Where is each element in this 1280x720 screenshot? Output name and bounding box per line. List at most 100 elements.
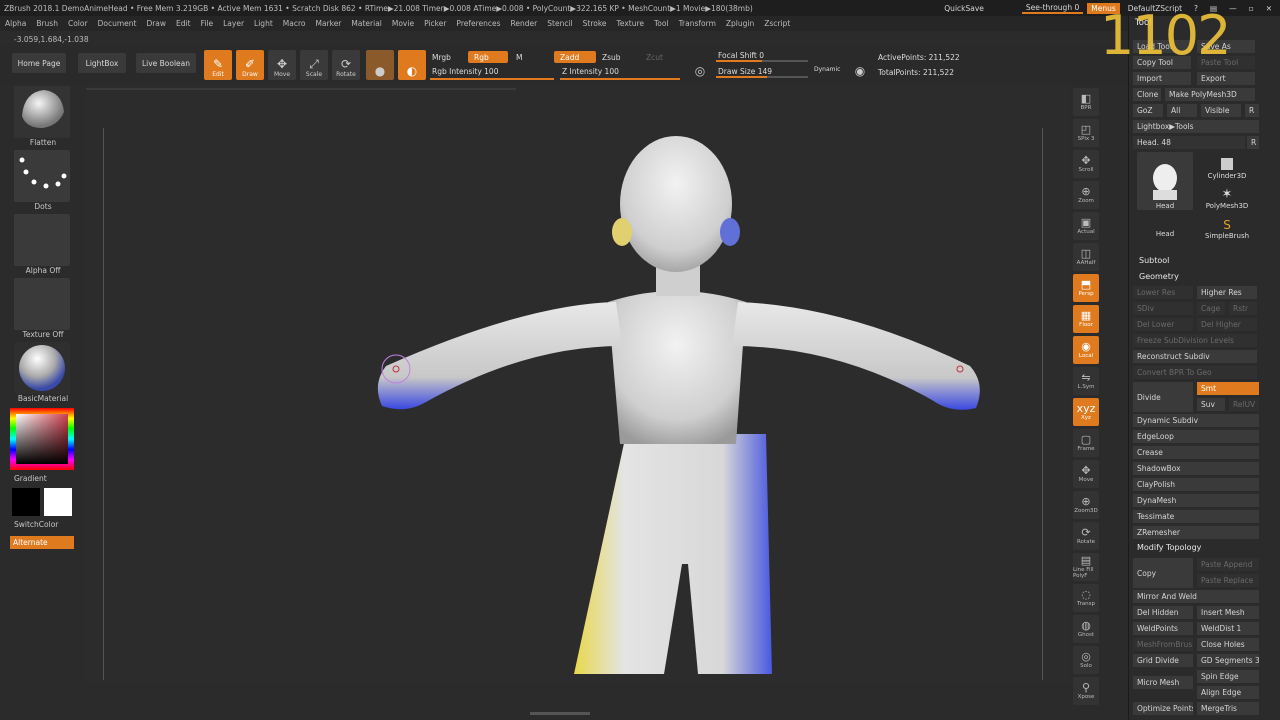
tool-thumb-head[interactable]: Head (1137, 152, 1193, 210)
mrgb-toggle[interactable]: Mrgb (426, 51, 457, 63)
switchcolor-button[interactable]: SwitchColor (14, 520, 84, 529)
geometry-header[interactable]: Geometry (1139, 272, 1179, 281)
view-zoom-button[interactable]: ⊕ Zoom (1073, 181, 1099, 209)
view-xpose-button[interactable]: ⚲ Xpose (1073, 677, 1099, 705)
view-ghost-button[interactable]: ◍ Ghost (1073, 615, 1099, 643)
material-preview-button[interactable]: ● (366, 50, 394, 80)
rgb-toggle[interactable]: Rgb (468, 51, 508, 63)
divide-button[interactable]: Divide (1133, 382, 1193, 412)
menu-texture[interactable]: Texture (612, 19, 649, 28)
sdiv-slider[interactable]: SDiv (1133, 302, 1193, 315)
mirror-weld-button[interactable]: Mirror And Weld (1133, 590, 1259, 603)
del-hidden-button[interactable]: Del Hidden (1133, 606, 1193, 619)
paste-replace-button[interactable]: Paste Replace (1197, 574, 1259, 587)
goz-button[interactable]: GoZ (1133, 104, 1163, 117)
crease-header[interactable]: Crease (1133, 446, 1259, 459)
view-zoom3d-button[interactable]: ⊕ Zoom3D (1073, 491, 1099, 519)
view-local-button[interactable]: ◉ Local (1073, 336, 1099, 364)
material-selector[interactable] (14, 342, 70, 394)
del-higher-button[interactable]: Del Higher (1197, 318, 1257, 331)
menu-document[interactable]: Document (93, 19, 142, 28)
view-bpr-button[interactable]: ◧ BPR (1073, 88, 1099, 116)
spin-edge-button[interactable]: Spin Edge (1197, 670, 1259, 683)
lightbox-button[interactable]: LightBox (78, 53, 126, 73)
scale-mode-button[interactable]: ⤢ Scale (300, 50, 328, 80)
view-persp-button[interactable]: ⬒ Persp (1073, 274, 1099, 302)
view-spix-3-button[interactable]: ◰ SPix 3 (1073, 119, 1099, 147)
menu-alpha[interactable]: Alpha (0, 19, 31, 28)
view-rotate-button[interactable]: ⟳ Rotate (1073, 522, 1099, 550)
mergetris-button[interactable]: MergeTris (1197, 702, 1259, 715)
z-intensity-slider[interactable]: Z Intensity 100 (556, 65, 625, 77)
welddist-slider[interactable]: WeldDist 1 (1197, 622, 1259, 635)
copy-button[interactable]: Copy (1133, 558, 1193, 588)
tool-thumb-cylinder[interactable]: Cylinder3D (1199, 152, 1255, 180)
view-transp-button[interactable]: ◌ Transp (1073, 584, 1099, 612)
rgb-intensity-slider[interactable]: Rgb Intensity 100 (426, 65, 504, 77)
color-picker[interactable] (10, 408, 74, 470)
suv-toggle[interactable]: Suv (1197, 398, 1225, 411)
del-lower-button[interactable]: Del Lower (1133, 318, 1193, 331)
m-toggle[interactable]: M (510, 51, 528, 63)
head-tool-slider[interactable]: Head. 48 (1133, 136, 1245, 149)
view-solo-button[interactable]: ◎ Solo (1073, 646, 1099, 674)
tool-thumb-polymesh[interactable]: ✶ PolyMesh3D (1199, 182, 1255, 210)
tool-thumb-head-small[interactable]: Head (1137, 212, 1193, 238)
align-edge-button[interactable]: Align Edge (1197, 686, 1259, 699)
weldpoints-button[interactable]: WeldPoints (1133, 622, 1193, 635)
cage-button[interactable]: Cage (1197, 302, 1225, 315)
menu-stroke[interactable]: Stroke (578, 19, 612, 28)
convert-bpr-button[interactable]: Convert BPR To Geo (1133, 366, 1257, 379)
rstr-button[interactable]: Rstr (1229, 302, 1257, 315)
move-mode-button[interactable]: ✥ Move (268, 50, 296, 80)
menu-zplugin[interactable]: Zplugin (721, 19, 759, 28)
menu-light[interactable]: Light (249, 19, 278, 28)
tool-thumb-simplebrush[interactable]: S SimpleBrush (1199, 212, 1255, 240)
goz-all-button[interactable]: All (1167, 104, 1197, 117)
goz-r-button[interactable]: R (1245, 104, 1259, 117)
menu-color[interactable]: Color (63, 19, 93, 28)
focal-shift-track[interactable] (716, 60, 808, 62)
menu-draw[interactable]: Draw (141, 19, 171, 28)
optimize-points-button[interactable]: Optimize Points (1133, 702, 1193, 715)
view-xyz-button[interactable]: xyz Xyz (1073, 398, 1099, 426)
gd-segments-slider[interactable]: GD Segments 3 (1197, 654, 1259, 667)
close-icon[interactable]: ✕ (1262, 3, 1276, 14)
head-r-button[interactable]: R (1247, 136, 1259, 149)
view-line-fill-polyf-button[interactable]: ▤ Line Fill PolyF (1073, 553, 1099, 581)
grid-divide-button[interactable]: Grid Divide (1133, 654, 1193, 667)
menu-transform[interactable]: Transform (674, 19, 721, 28)
menu-edit[interactable]: Edit (171, 19, 196, 28)
view-actual-button[interactable]: ▣ Actual (1073, 212, 1099, 240)
menu-marker[interactable]: Marker (310, 19, 346, 28)
rgb-intensity-track[interactable] (430, 78, 554, 80)
reconstruct-subdiv-button[interactable]: Reconstruct Subdiv (1133, 350, 1257, 363)
menu-movie[interactable]: Movie (387, 19, 419, 28)
export-button[interactable]: Export (1197, 72, 1255, 85)
meshfrombrush-button[interactable]: MeshFromBrush (1133, 638, 1193, 651)
color-picker-button[interactable]: ◐ (398, 50, 426, 80)
zremesher-header[interactable]: ZRemesher (1133, 526, 1259, 539)
subtool-header[interactable]: Subtool (1139, 256, 1169, 265)
zsub-toggle[interactable]: Zsub (596, 51, 627, 63)
menu-macro[interactable]: Macro (278, 19, 311, 28)
claypolish-header[interactable]: ClayPolish (1133, 478, 1259, 491)
insert-mesh-button[interactable]: Insert Mesh (1197, 606, 1259, 619)
menu-picker[interactable]: Picker (419, 19, 451, 28)
edgeloop-header[interactable]: EdgeLoop (1133, 430, 1259, 443)
focal-icon[interactable]: ◎ (686, 50, 714, 80)
shadowbox-header[interactable]: ShadowBox (1133, 462, 1259, 475)
maximize-icon[interactable]: ▫ (1245, 3, 1258, 14)
zadd-toggle[interactable]: Zadd (554, 51, 596, 63)
lightbox-tools-button[interactable]: Lightbox▶Tools (1133, 120, 1259, 133)
smt-toggle[interactable]: Smt (1197, 382, 1259, 395)
z-intensity-track[interactable] (560, 78, 680, 80)
live-boolean-button[interactable]: Live Boolean (136, 53, 196, 73)
draw-mode-button[interactable]: ✐ Draw (236, 50, 264, 80)
secondary-color-swatch[interactable] (44, 488, 72, 516)
menu-render[interactable]: Render (506, 19, 543, 28)
menu-layer[interactable]: Layer (218, 19, 249, 28)
paste-append-button[interactable]: Paste Append (1197, 558, 1259, 571)
dynamic-toggle[interactable]: Dynamic (808, 63, 846, 75)
see-through-slider[interactable]: See-through 0 (1021, 3, 1084, 14)
